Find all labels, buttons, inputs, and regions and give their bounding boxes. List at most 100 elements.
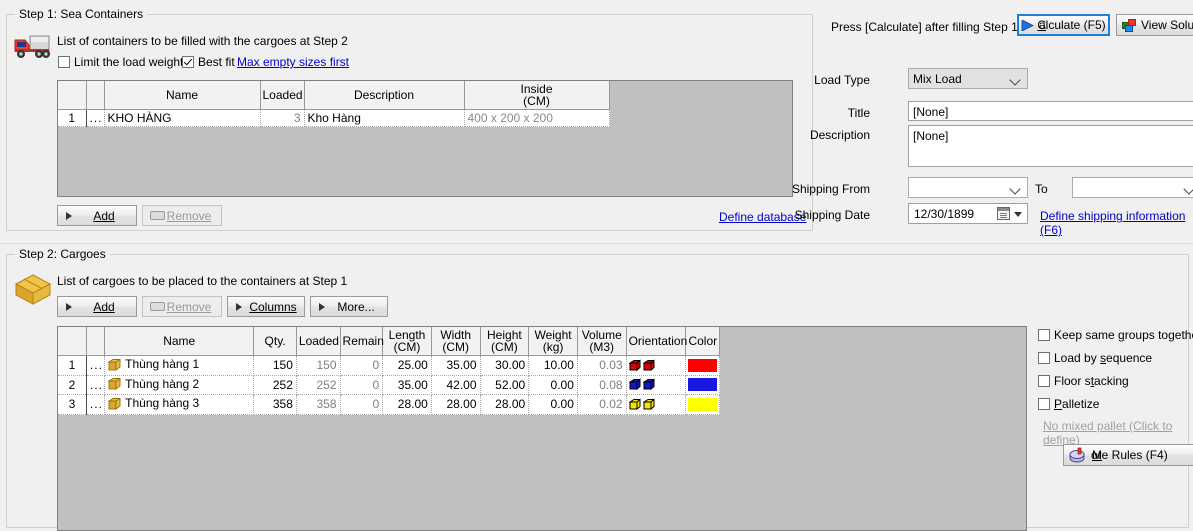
cell-loaded[interactable]: 252 — [296, 375, 340, 395]
containers-grid[interactable]: Name Loaded Description Inside (CM) 1 ..… — [57, 80, 793, 197]
th-description[interactable]: Description — [304, 81, 464, 110]
palletize-checkbox[interactable]: Palletize — [1038, 397, 1099, 411]
orientation-cubes[interactable] — [629, 359, 683, 372]
define-shipping-information-link[interactable]: Define shipping information (F6) — [1040, 209, 1193, 237]
cell-loaded[interactable]: 150 — [296, 356, 340, 376]
cell-name[interactable]: Thùng hàng 2 — [105, 375, 254, 395]
th-loaded[interactable]: Loaded — [296, 327, 340, 356]
cell-color[interactable] — [686, 356, 720, 376]
shipping-to-select[interactable] — [1072, 177, 1193, 198]
truck-icon — [12, 30, 52, 62]
cell-weight[interactable]: 10.00 — [529, 356, 578, 376]
load-by-sequence-checkbox[interactable]: Load by sequence — [1038, 351, 1152, 365]
cell-loaded[interactable]: 358 — [296, 395, 340, 415]
table-row[interactable]: 3...Thùng hàng 3358358028.0028.0028.000.… — [58, 395, 720, 415]
limit-load-weight-checkbox[interactable]: Limit the load weight — [58, 55, 183, 69]
row-ellipsis-button[interactable]: ... — [86, 375, 104, 395]
chevron-down-icon[interactable] — [1014, 212, 1022, 217]
shipping-from-label: Shipping From — [790, 182, 870, 196]
description-input[interactable]: [None] — [908, 125, 1193, 167]
cell-name[interactable]: Thùng hàng 3 — [105, 395, 254, 415]
th-volume[interactable]: Volume (M3) — [577, 327, 626, 356]
more-button[interactable]: More... — [310, 296, 388, 317]
view-solution-button[interactable]: View Solution — [1116, 14, 1193, 36]
cell-weight[interactable]: 0.00 — [529, 375, 578, 395]
table-row[interactable]: 1...Thùng hàng 1150150025.0035.0030.0010… — [58, 356, 720, 376]
table-header-row: Name Loaded Description Inside (CM) — [58, 81, 609, 110]
th-inside[interactable]: Inside (CM) — [464, 81, 609, 110]
cargoes-grid[interactable]: Name Qty. Loaded Remain Length (CM) Widt… — [57, 326, 1027, 531]
cell-orientation[interactable] — [626, 375, 686, 395]
arrow-right-icon — [236, 303, 242, 311]
cell-remain[interactable]: 0 — [340, 395, 383, 415]
orientation-cubes[interactable] — [629, 398, 683, 411]
cell-orientation[interactable] — [626, 395, 686, 415]
th-height[interactable]: Height (CM) — [480, 327, 529, 356]
cell-color[interactable] — [686, 395, 720, 415]
cell-width[interactable]: 35.00 — [431, 356, 480, 376]
th-remain[interactable]: Remain — [340, 327, 383, 356]
title-input[interactable]: [None] — [908, 101, 1193, 121]
cell-name[interactable]: Thùng hàng 1 — [105, 356, 254, 376]
cell-height[interactable]: 28.00 — [480, 395, 529, 415]
cell-description[interactable]: Kho Hàng — [304, 110, 464, 127]
columns-button[interactable]: Columns — [227, 296, 305, 317]
th-qty[interactable]: Qty. — [254, 327, 297, 356]
th-length-line2: (CM) — [394, 340, 421, 354]
th-loaded[interactable]: Loaded — [260, 81, 304, 110]
th-color[interactable]: Color — [686, 327, 720, 356]
cell-weight[interactable]: 0.00 — [529, 395, 578, 415]
th-weight[interactable]: Weight (kg) — [529, 327, 578, 356]
cell-volume[interactable]: 0.02 — [577, 395, 626, 415]
add-cargo-button[interactable]: Add — [57, 296, 137, 317]
best-fit-checkbox[interactable]: Best fit — [182, 55, 235, 69]
th-width[interactable]: Width (CM) — [431, 327, 480, 356]
cell-volume[interactable]: 0.08 — [577, 375, 626, 395]
cell-width[interactable]: 42.00 — [431, 375, 480, 395]
row-ellipsis-button[interactable]: ... — [86, 356, 104, 376]
cell-width[interactable]: 28.00 — [431, 395, 480, 415]
remove-cargo-label: Remove — [167, 300, 212, 314]
th-name[interactable]: Name — [105, 327, 254, 356]
checkbox-box — [1038, 398, 1050, 410]
cell-length[interactable]: 35.00 — [383, 375, 432, 395]
calculate-button[interactable]: Calculate (F5) — [1017, 14, 1110, 36]
cell-length[interactable]: 25.00 — [383, 356, 432, 376]
th-orientation[interactable]: Orientation — [626, 327, 686, 356]
th-volume-line2: (M3) — [589, 340, 614, 354]
add-container-button[interactable]: Add — [57, 205, 137, 226]
cell-length[interactable]: 28.00 — [383, 395, 432, 415]
table-row[interactable]: 1 ... KHO HÀNG 3 Kho Hàng 400 x 200 x 20… — [58, 110, 609, 127]
floor-stacking-checkbox[interactable]: Floor stacking — [1038, 374, 1129, 388]
cell-loaded[interactable]: 3 — [260, 110, 304, 127]
cell-height[interactable]: 52.00 — [480, 375, 529, 395]
keep-same-groups-checkbox[interactable]: Keep same groups together — [1038, 328, 1193, 342]
table-row[interactable]: 2...Thùng hàng 2252252035.0042.0052.000.… — [58, 375, 720, 395]
calendar-icon[interactable] — [997, 207, 1010, 220]
cube-icon — [643, 398, 656, 411]
max-empty-sizes-first-link[interactable]: Max empty sizes first — [237, 55, 349, 69]
row-ellipsis-button[interactable]: ... — [86, 110, 104, 127]
cell-height[interactable]: 30.00 — [480, 356, 529, 376]
cell-remain[interactable]: 0 — [340, 375, 383, 395]
cell-qty[interactable]: 358 — [254, 395, 297, 415]
th-inside-line2: (CM) — [523, 94, 550, 108]
cell-inside[interactable]: 400 x 200 x 200 — [464, 110, 609, 127]
th-length[interactable]: Length (CM) — [383, 327, 432, 356]
cell-name[interactable]: KHO HÀNG — [104, 110, 260, 127]
more-rules-button[interactable]: More Rules (F4) — [1063, 444, 1193, 466]
orientation-cubes[interactable] — [629, 378, 683, 391]
th-name[interactable]: Name — [104, 81, 260, 110]
cell-orientation[interactable] — [626, 356, 686, 376]
shipping-date-input[interactable]: 12/30/1899 — [908, 203, 1028, 224]
cell-volume[interactable]: 0.03 — [577, 356, 626, 376]
row-ellipsis-button[interactable]: ... — [86, 395, 104, 415]
row-index: 2 — [58, 375, 86, 395]
cell-qty[interactable]: 252 — [254, 375, 297, 395]
cell-qty[interactable]: 150 — [254, 356, 297, 376]
title-label: Title — [800, 106, 870, 120]
load-type-select[interactable]: Mix Load — [908, 68, 1028, 89]
shipping-from-select[interactable] — [908, 177, 1028, 198]
cell-color[interactable] — [686, 375, 720, 395]
cell-remain[interactable]: 0 — [340, 356, 383, 376]
